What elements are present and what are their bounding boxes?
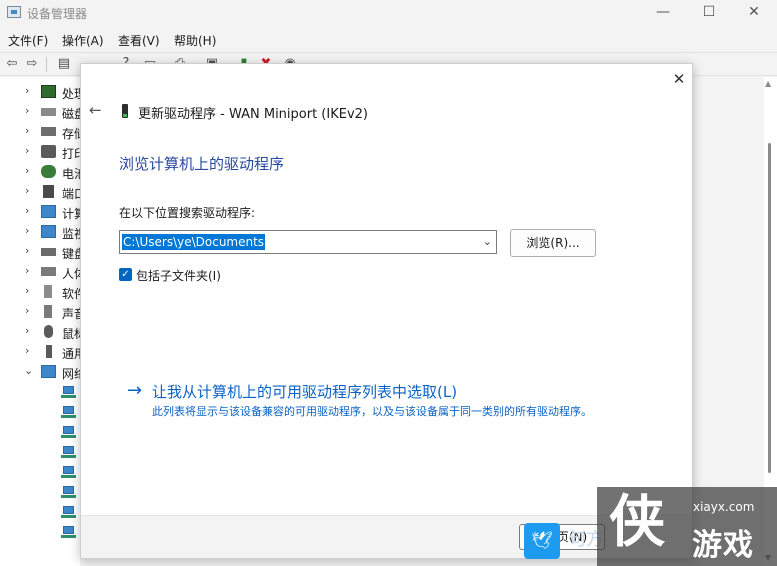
minimize-button[interactable]: — bbox=[640, 0, 686, 26]
chevron-right-icon[interactable]: › bbox=[25, 324, 29, 337]
tree-item-mouse[interactable]: › 鼠标 bbox=[0, 322, 86, 342]
port-icon bbox=[43, 185, 54, 198]
chevron-right-icon[interactable]: › bbox=[25, 164, 29, 177]
network-adapter-icon[interactable] bbox=[61, 446, 76, 459]
tree-item-port[interactable]: › 端口 bbox=[0, 182, 86, 202]
device-manager-icon bbox=[7, 6, 21, 18]
menu-action[interactable]: 操作(A) bbox=[62, 32, 104, 49]
network-adapter-icon[interactable] bbox=[61, 486, 76, 499]
search-location-label: 在以下位置搜索驱动程序: bbox=[119, 206, 256, 220]
menu-help[interactable]: 帮助(H) bbox=[174, 32, 216, 49]
mouse-icon bbox=[44, 325, 53, 338]
close-button[interactable]: ✕ bbox=[731, 0, 777, 26]
tree-item-hid[interactable]: › 人体 bbox=[0, 262, 86, 282]
chevron-right-icon[interactable]: › bbox=[25, 144, 29, 157]
tree-item-keyboard[interactable]: › 键盘 bbox=[0, 242, 86, 262]
dialog-close-icon[interactable]: ✕ bbox=[670, 70, 688, 88]
tree-item-monitor[interactable]: › 监视 bbox=[0, 222, 86, 242]
tree-item-computer[interactable]: › 计算 bbox=[0, 202, 86, 222]
network-adapter-icon[interactable] bbox=[61, 466, 76, 479]
network-adapter-icon[interactable] bbox=[61, 406, 76, 419]
chevron-right-icon[interactable]: › bbox=[25, 344, 29, 357]
chevron-right-icon[interactable]: › bbox=[25, 124, 29, 137]
menu-bar: 文件(F) 操作(A) 查看(V) 帮助(H) bbox=[0, 28, 777, 50]
scrollbar-thumb[interactable] bbox=[768, 143, 771, 473]
scroll-up-icon[interactable]: ▲ bbox=[765, 79, 771, 88]
back-arrow-icon[interactable]: ← bbox=[89, 101, 102, 119]
menu-file[interactable]: 文件(F) bbox=[8, 32, 48, 49]
watermark-site: xiayx.com bbox=[693, 500, 755, 514]
driver-path-combobox[interactable]: C:\Users\ye\Documents ⌄ bbox=[119, 230, 497, 254]
tree-item-disk[interactable]: › 磁盘 bbox=[0, 102, 86, 122]
tree-item-network[interactable]: ⌄ 网络 bbox=[0, 362, 86, 382]
driver-path-value[interactable]: C:\Users\ye\Documents bbox=[122, 234, 266, 250]
driver-device-icon bbox=[122, 104, 128, 118]
chevron-right-icon[interactable]: › bbox=[25, 244, 29, 257]
update-driver-dialog: ✕ ← 更新驱动程序 - WAN Miniport (IKEv2) 浏览计算机上… bbox=[80, 63, 693, 559]
tree-item-usb[interactable]: › 通用 bbox=[0, 342, 86, 362]
chevron-down-icon[interactable]: ⌄ bbox=[483, 235, 492, 248]
bird-logo-icon: 🕊 bbox=[524, 523, 560, 559]
storage-icon bbox=[41, 127, 56, 136]
tree-item-storage[interactable]: › 存储 bbox=[0, 122, 86, 142]
menu-view[interactable]: 查看(V) bbox=[118, 32, 160, 49]
software-icon bbox=[44, 285, 52, 298]
chevron-right-icon[interactable]: › bbox=[25, 224, 29, 237]
disk-icon bbox=[41, 108, 56, 116]
tree-item-software[interactable]: › 软件 bbox=[0, 282, 86, 302]
processor-icon bbox=[41, 85, 56, 98]
network-icon bbox=[41, 365, 56, 378]
dialog-title: 更新驱动程序 - WAN Miniport (IKEv2) bbox=[138, 107, 368, 122]
chevron-right-icon[interactable]: › bbox=[25, 284, 29, 297]
monitor-icon bbox=[41, 225, 56, 238]
forward-icon[interactable]: ⇨ bbox=[24, 56, 40, 72]
browse-button[interactable]: 浏览(R)... bbox=[510, 229, 596, 257]
usb-icon bbox=[46, 345, 52, 358]
printer-icon bbox=[41, 145, 56, 158]
properties-icon[interactable]: ▤ bbox=[56, 56, 72, 72]
include-subfolders-checkbox[interactable]: ✓ bbox=[119, 268, 132, 281]
window-title: 设备管理器 bbox=[27, 7, 88, 21]
network-adapter-icon[interactable] bbox=[61, 506, 76, 519]
keyboard-icon bbox=[41, 248, 56, 256]
chevron-right-icon[interactable]: › bbox=[25, 104, 29, 117]
bird-icon: 🕊 bbox=[531, 531, 553, 551]
maximize-button[interactable]: ☐ bbox=[686, 0, 732, 26]
watermark-logo: 侠 xiayx.com 游戏 bbox=[597, 487, 777, 566]
tree-item-battery[interactable]: › 电池 bbox=[0, 162, 86, 182]
pick-from-list-description: 此列表将显示与该设备兼容的可用驱动程序，以及与该设备属于同一类别的所有驱动程序。 bbox=[152, 405, 592, 418]
computer-icon bbox=[41, 205, 56, 218]
tree-item-processor[interactable]: › 处理 bbox=[0, 82, 86, 102]
arrow-right-icon[interactable]: → bbox=[127, 380, 142, 401]
network-adapter-icon[interactable] bbox=[61, 386, 76, 399]
tree-item-printer[interactable]: › 打印 bbox=[0, 142, 86, 162]
watermark-hero-char: 侠 bbox=[609, 490, 665, 555]
include-subfolders-label[interactable]: 包括子文件夹(I) bbox=[136, 267, 221, 284]
chevron-down-icon[interactable]: ⌄ bbox=[24, 364, 33, 377]
sound-icon bbox=[44, 305, 52, 318]
chevron-right-icon[interactable]: › bbox=[25, 184, 29, 197]
chevron-right-icon[interactable]: › bbox=[25, 264, 29, 277]
battery-icon bbox=[41, 165, 56, 178]
tree-item-sound[interactable]: › 声音 bbox=[0, 302, 86, 322]
chevron-right-icon[interactable]: › bbox=[25, 204, 29, 217]
network-adapter-icon[interactable] bbox=[61, 526, 76, 539]
chevron-right-icon[interactable]: › bbox=[25, 304, 29, 317]
back-icon[interactable]: ⇦ bbox=[4, 56, 20, 72]
network-adapter-icon[interactable] bbox=[61, 426, 76, 439]
watermark-name: 游戏 bbox=[692, 528, 754, 563]
title-bar: 设备管理器 — ☐ ✕ bbox=[0, 0, 777, 26]
device-tree: › 处理 › 磁盘 › 存储 › 打印 › 电池 › 端口 › 计算 › 监视 … bbox=[0, 77, 86, 566]
dialog-heading: 浏览计算机上的驱动程序 bbox=[119, 155, 285, 173]
hid-icon bbox=[41, 267, 56, 276]
pick-from-list-link[interactable]: 让我从计算机上的可用驱动程序列表中选取(L) bbox=[152, 381, 457, 402]
chevron-right-icon[interactable]: › bbox=[25, 84, 29, 97]
